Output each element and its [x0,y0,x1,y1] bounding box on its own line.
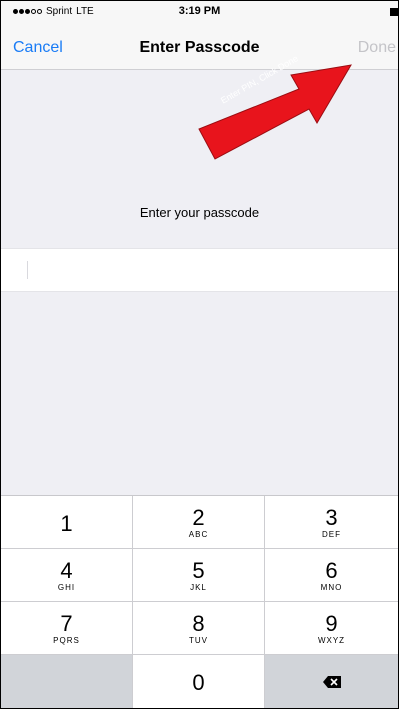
delete-key[interactable] [265,655,398,708]
key-1[interactable]: 1 [1,496,133,549]
passcode-input[interactable] [1,248,398,292]
key-0[interactable]: 0 [133,655,265,708]
key-digit: 5 [192,558,205,583]
numeric-keypad: 1 2 ABC 3 DEF 4 GHI 5 JKL 6 MNO 7 PQRS 8 [1,495,398,708]
key-letters: WXYZ [317,636,346,645]
key-3[interactable]: 3 DEF [265,496,398,549]
key-letters: TUV [189,636,208,645]
phone-screen: Sprint LTE 3:19 PM Cancel Enter Passcode… [0,0,399,709]
key-digit: 1 [60,511,73,536]
key-5[interactable]: 5 JKL [133,549,265,602]
status-time: 3:19 PM [178,5,221,17]
key-digit: 4 [60,558,73,583]
key-9[interactable]: 9 WXYZ [265,602,398,655]
key-digit: 0 [192,670,205,695]
status-bar: Sprint LTE 3:19 PM [1,1,398,23]
passcode-prompt: Enter your passcode [139,205,260,220]
backspace-icon [323,676,341,688]
key-letters: DEF [322,530,341,539]
key-digit: 9 [325,611,338,636]
key-digit: 3 [325,505,338,530]
key-blank [1,655,133,708]
key-letters: JKL [190,583,207,592]
key-2[interactable]: 2 ABC [133,496,265,549]
key-4[interactable]: 4 GHI [1,549,133,602]
key-letters: PQRS [53,636,80,645]
key-8[interactable]: 8 TUV [133,602,265,655]
key-6[interactable]: 6 MNO [265,549,398,602]
key-letters: MNO [320,583,343,592]
key-digit: 8 [192,611,205,636]
text-caret [27,261,28,279]
key-digit: 7 [60,611,73,636]
key-7[interactable]: 7 PQRS [1,602,133,655]
key-digit: 6 [325,558,338,583]
key-digit: 2 [192,505,205,530]
key-letters: GHI [57,583,76,592]
key-letters: ABC [188,530,209,539]
battery-icon [390,8,398,16]
